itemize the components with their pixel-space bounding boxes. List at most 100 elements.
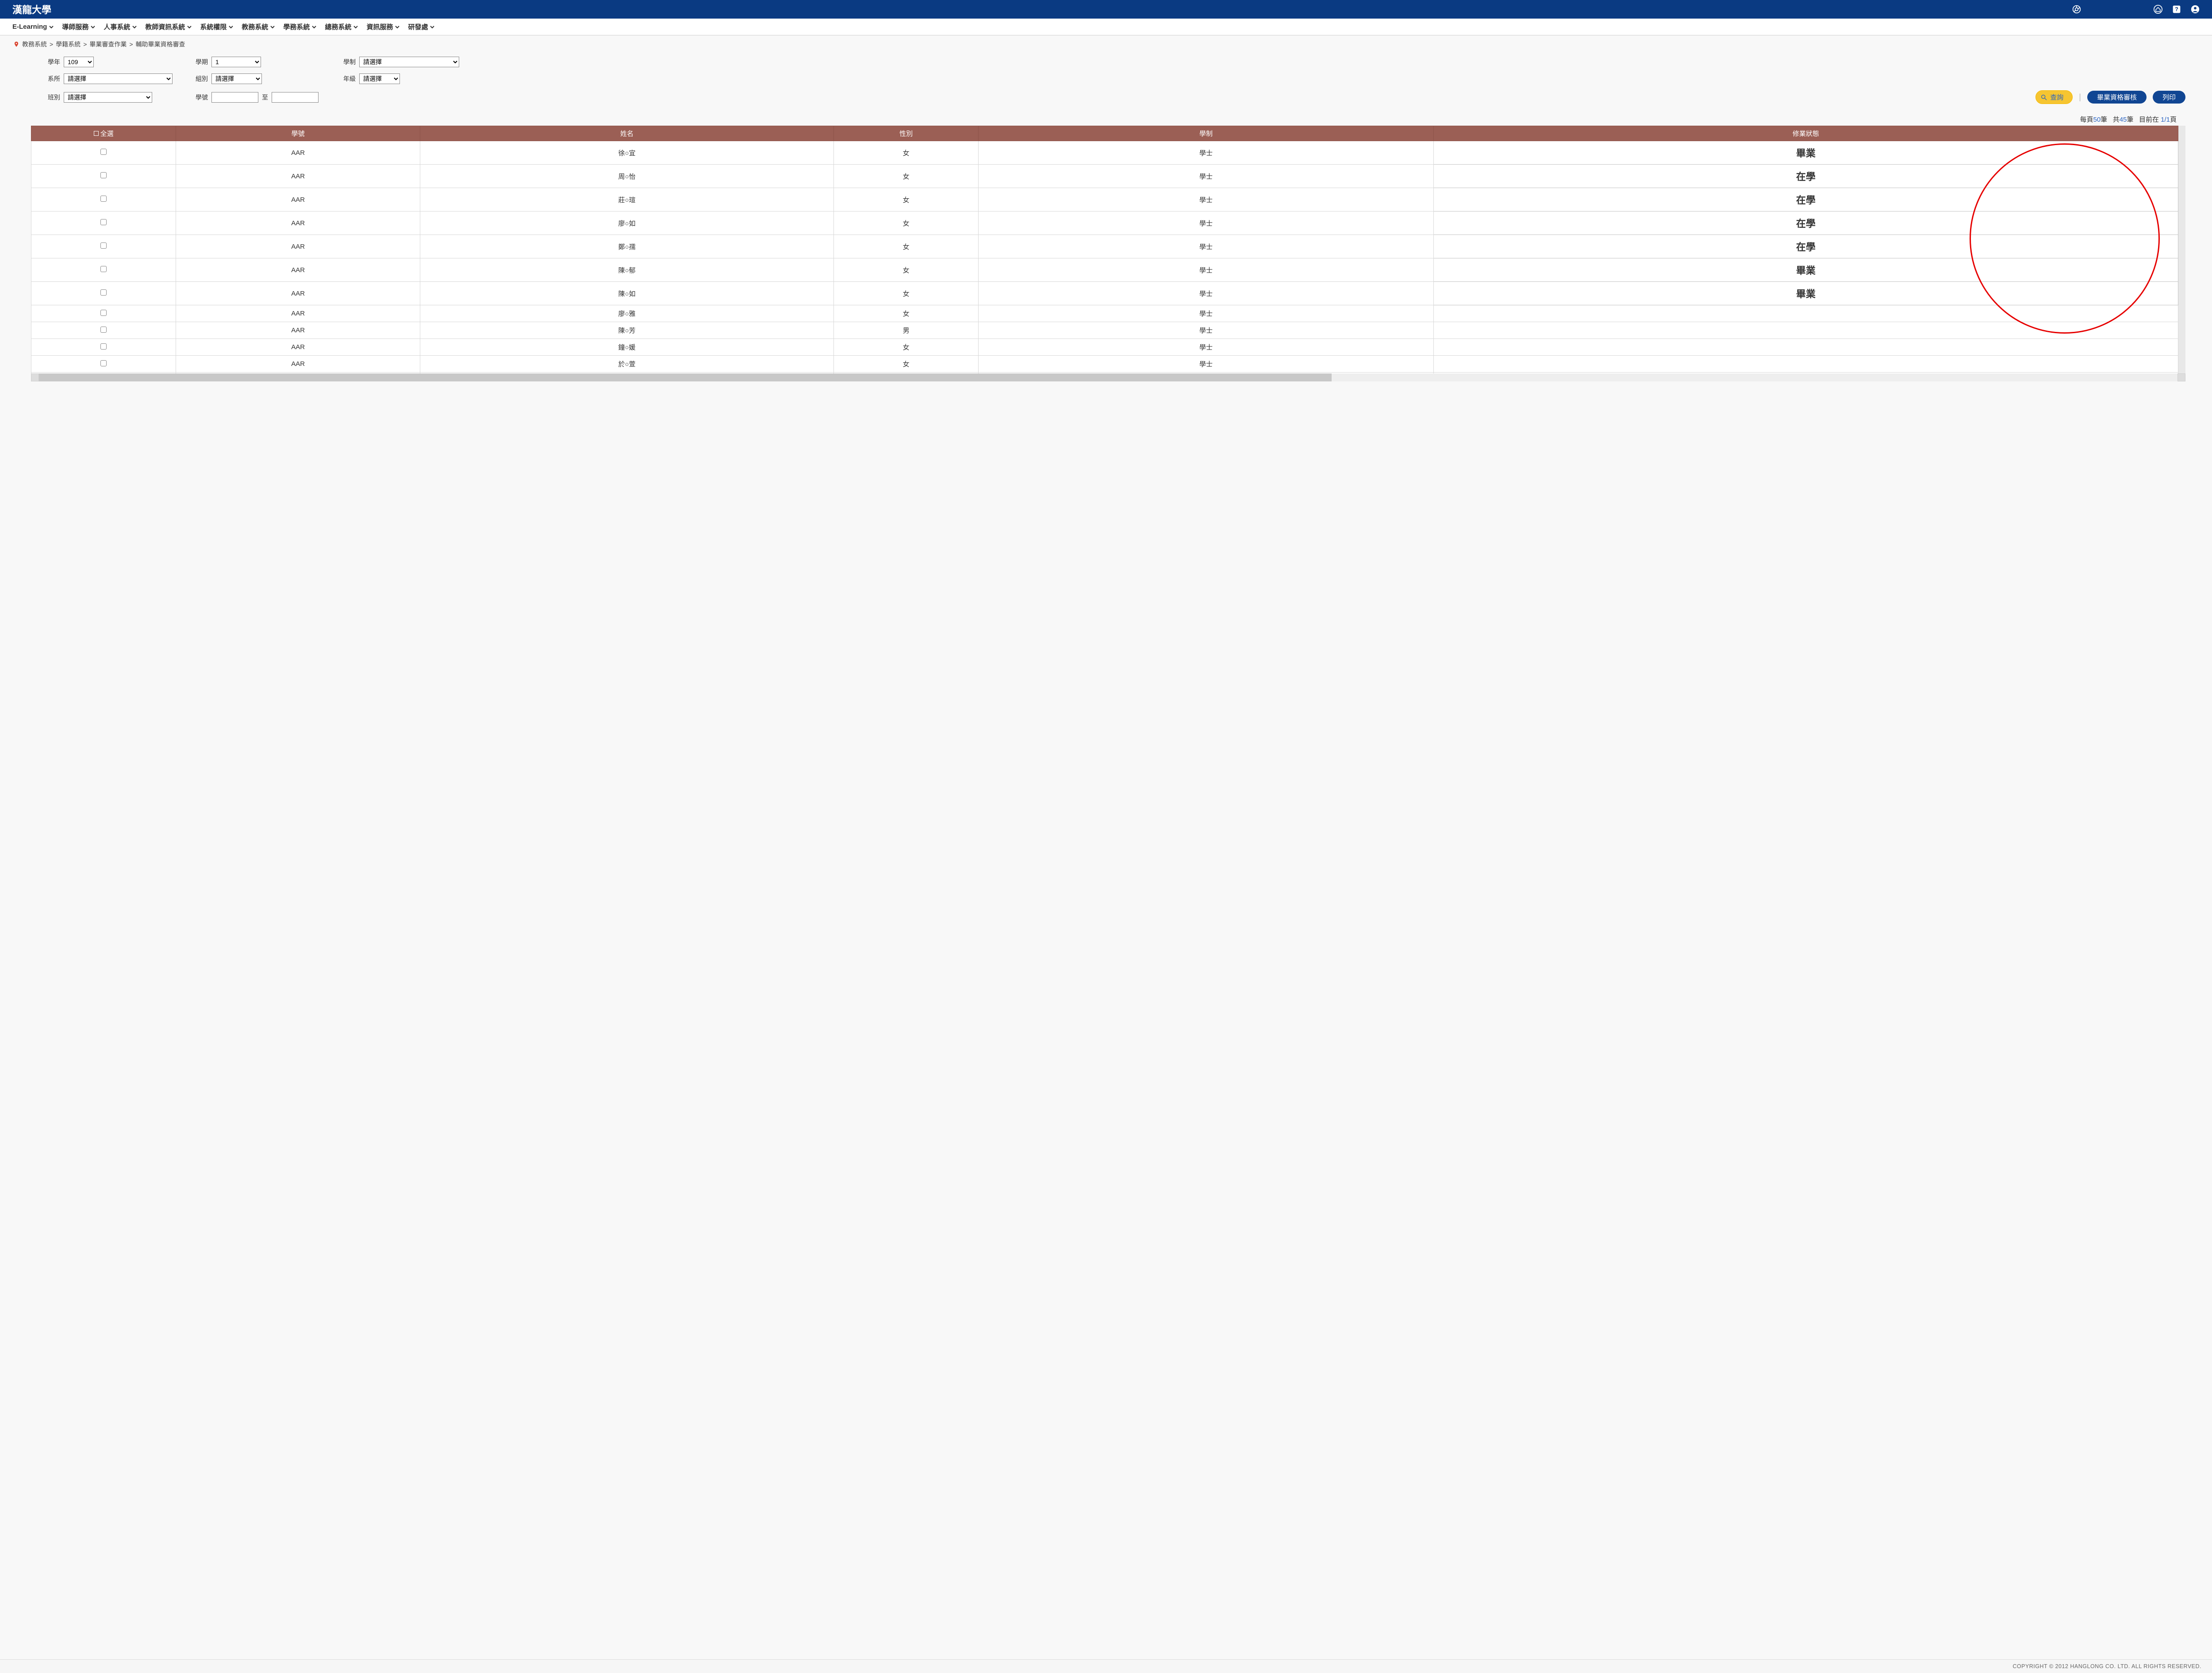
- footer: COPYRIGHT © 2012 HANGLONG CO. LTD. ALL R…: [0, 1659, 2212, 1673]
- cell-sid: AAR: [176, 188, 420, 212]
- cell-sex: 女: [834, 356, 979, 373]
- nav-elearning[interactable]: E-Learning: [12, 22, 54, 31]
- pi-t-n: 45: [2120, 116, 2127, 123]
- input-sid-from[interactable]: [211, 92, 258, 103]
- label-sid: 學號: [192, 93, 208, 102]
- cell-checkbox[interactable]: [31, 235, 176, 258]
- horizontal-scrollbar[interactable]: [31, 373, 2185, 381]
- audit-button[interactable]: 畢業資格審核: [2087, 91, 2147, 104]
- cell-system: 學士: [979, 258, 1434, 282]
- cell-checkbox[interactable]: [31, 258, 176, 282]
- nav-rd[interactable]: 研發處: [408, 22, 435, 31]
- nav-student-affairs[interactable]: 學務系統: [283, 22, 317, 31]
- nav-academic[interactable]: 教務系統: [242, 22, 275, 31]
- cell-checkbox[interactable]: [31, 188, 176, 212]
- pagination-info: 每頁50筆 共45筆 目前在 1/1頁: [0, 113, 2212, 126]
- pi-pp-n: 50: [2093, 116, 2101, 123]
- cell-status: [1433, 339, 2178, 356]
- checkbox-icon[interactable]: [100, 196, 107, 202]
- nav-label: 教務系統: [242, 22, 268, 31]
- cell-sid: AAR: [176, 141, 420, 165]
- cell-system: 學士: [979, 322, 1434, 339]
- cell-checkbox[interactable]: [31, 305, 176, 322]
- cell-name: 廖○雅: [420, 305, 833, 322]
- pi-t-suf: 筆: [2127, 116, 2133, 123]
- nav-sys-auth[interactable]: 系統權限: [200, 22, 234, 31]
- cell-checkbox[interactable]: [31, 282, 176, 305]
- search-button[interactable]: 查詢: [2035, 90, 2073, 104]
- checkbox-icon[interactable]: [100, 343, 107, 350]
- cell-checkbox[interactable]: [31, 322, 176, 339]
- checkbox-icon[interactable]: [100, 219, 107, 225]
- help-icon[interactable]: ?: [2172, 5, 2181, 14]
- th-selectall[interactable]: 全選: [31, 126, 176, 141]
- cell-system: 學士: [979, 305, 1434, 322]
- checkbox-icon[interactable]: [100, 360, 107, 366]
- crumb-3[interactable]: 畢業審查作業: [89, 40, 127, 49]
- cell-checkbox[interactable]: [31, 141, 176, 165]
- cell-sid: AAR: [176, 322, 420, 339]
- nav-it-service[interactable]: 資訊服務: [366, 22, 400, 31]
- cell-status: 在學: [1433, 165, 2178, 188]
- cell-system: 學士: [979, 373, 1434, 374]
- nav-teacher-info[interactable]: 教師資訊系統: [145, 22, 192, 31]
- checkbox-icon[interactable]: [100, 149, 107, 155]
- cell-checkbox[interactable]: [31, 165, 176, 188]
- cell-name: 徐○宜: [420, 141, 833, 165]
- crumb-2[interactable]: 學籍系統: [56, 40, 81, 49]
- pi-a-n: 1/1: [2161, 116, 2170, 123]
- checkbox-icon[interactable]: [100, 327, 107, 333]
- select-system[interactable]: 請選擇: [359, 57, 459, 67]
- nav-label: E-Learning: [12, 23, 47, 31]
- scroll-track: [1332, 373, 2177, 381]
- crumb-sep: >: [50, 41, 53, 48]
- cell-sid: AAR: [176, 235, 420, 258]
- checkbox-icon[interactable]: [100, 310, 107, 316]
- cell-checkbox[interactable]: [31, 212, 176, 235]
- checkbox-icon[interactable]: [100, 266, 107, 272]
- scroll-thumb[interactable]: [39, 373, 1332, 381]
- cell-name: 莊○瑄: [420, 188, 833, 212]
- cell-status: [1433, 356, 2178, 373]
- nav-tutor[interactable]: 導師服務: [62, 22, 96, 31]
- th-system: 學制: [979, 126, 1434, 141]
- cell-sex: 女: [834, 305, 979, 322]
- cell-sex: 男: [834, 373, 979, 374]
- top-header: 漢龍大學 ?: [0, 0, 2212, 19]
- table-row: AAR李○維男學士在學: [31, 373, 2178, 374]
- select-dept[interactable]: 請選擇: [64, 73, 173, 84]
- label-system: 學制: [340, 58, 356, 66]
- pi-a-suf: 頁: [2170, 116, 2177, 123]
- nav-hr[interactable]: 人事系統: [104, 22, 137, 31]
- input-sid-to[interactable]: [272, 92, 319, 103]
- cell-checkbox[interactable]: [31, 373, 176, 374]
- breadcrumb: 教務系統 > 學籍系統 > 畢業審查作業 > 輔助畢業資格審查: [0, 35, 2212, 50]
- select-grade[interactable]: 請選擇: [359, 73, 400, 84]
- cell-checkbox[interactable]: [31, 356, 176, 373]
- cell-system: 學士: [979, 141, 1434, 165]
- cell-status: [1433, 305, 2178, 322]
- select-year[interactable]: 109: [64, 57, 94, 67]
- checkbox-icon[interactable]: [100, 172, 107, 178]
- label-semester: 學期: [192, 58, 208, 66]
- cell-checkbox[interactable]: [31, 339, 176, 356]
- table-row: AAR陳○郁女學士畢業: [31, 258, 2178, 282]
- crumb-1[interactable]: 教務系統: [22, 40, 47, 49]
- table-scroll[interactable]: 全選 學號 姓名 性別 學制 修業狀態 AAR徐○宜女學士畢業AAR周○怡女學士…: [31, 126, 2185, 373]
- table-row: AAR鐘○媛女學士: [31, 339, 2178, 356]
- select-semester[interactable]: 1: [211, 57, 261, 67]
- print-button[interactable]: 列印: [2153, 91, 2185, 104]
- checkbox-icon[interactable]: [100, 242, 107, 249]
- checkbox-icon[interactable]: [100, 289, 107, 296]
- cell-sid: AAR: [176, 305, 420, 322]
- scroll-left-arrow[interactable]: [31, 373, 39, 381]
- select-class[interactable]: 請選擇: [64, 92, 152, 103]
- nav-general-affairs[interactable]: 總務系統: [325, 22, 358, 31]
- select-group[interactable]: 請選擇: [211, 73, 262, 84]
- chrome-icon[interactable]: [2072, 5, 2081, 14]
- user-icon[interactable]: [2191, 5, 2200, 14]
- table-row: AAR陳○如女學士畢業: [31, 282, 2178, 305]
- home-icon[interactable]: [2154, 5, 2162, 14]
- cell-sex: 女: [834, 235, 979, 258]
- scroll-right-arrow[interactable]: [2177, 373, 2185, 381]
